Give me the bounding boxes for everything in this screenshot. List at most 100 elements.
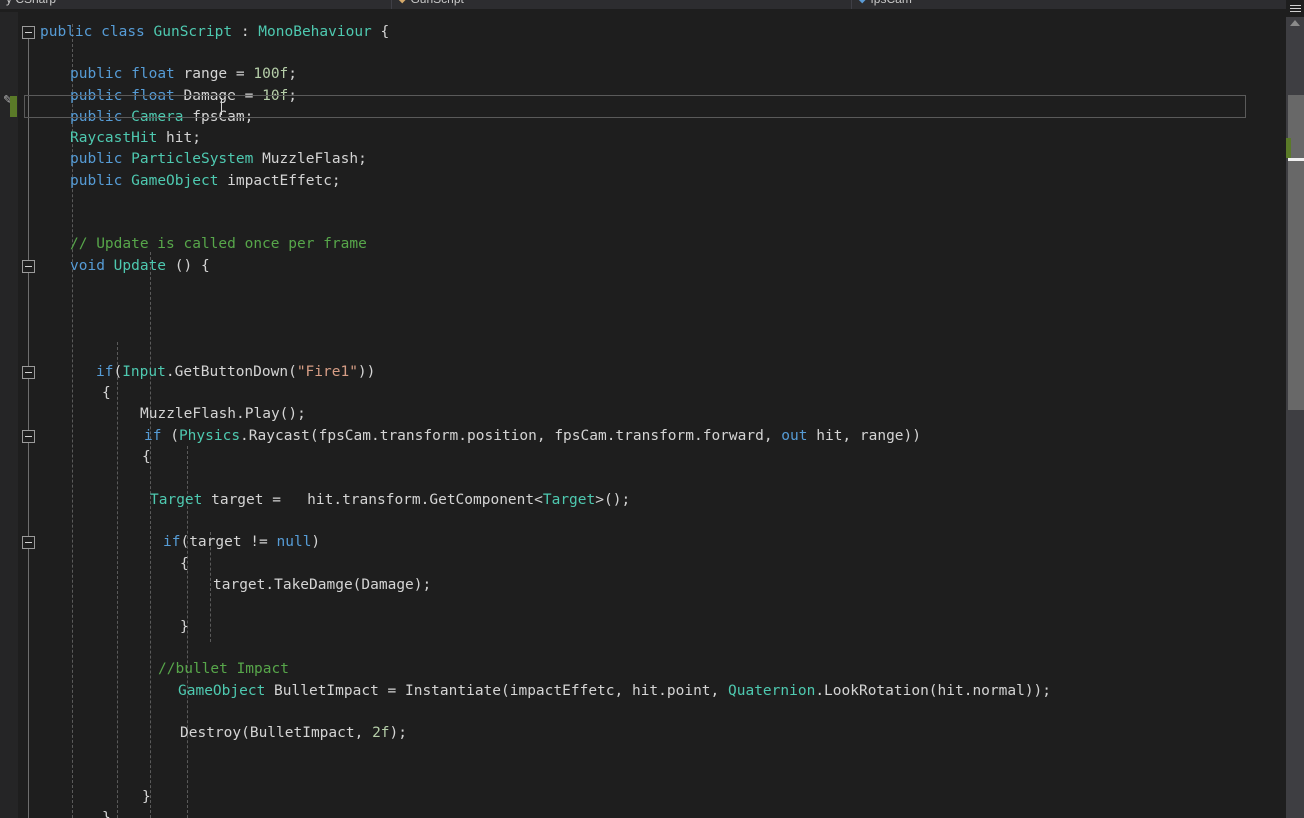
code-line[interactable]: if (Physics.Raycast(fpsCam.transform.pos… [144, 426, 921, 447]
code-token-typ: GameObject [131, 173, 219, 189]
code-text-surface[interactable]: public class GunScript : MonoBehaviour {… [40, 12, 1286, 818]
code-token-pln: { [142, 449, 151, 465]
code-token-typ: GunScript [153, 24, 233, 40]
code-token-kw: void [70, 258, 105, 274]
vertical-scrollbar[interactable] [1286, 0, 1304, 818]
code-line[interactable]: //bullet Impact [158, 659, 289, 680]
scrollbar-options-icon[interactable] [1286, 0, 1304, 17]
code-token-pln: MuzzleFlash; [253, 151, 367, 167]
code-token-pln: impactEffetc; [218, 173, 341, 189]
code-token-pln [92, 24, 101, 40]
code-line[interactable]: GameObject BulletImpact = Instantiate(im… [178, 681, 1051, 702]
code-token-kw: if [163, 534, 181, 550]
nav-dropdown-class[interactable]: ◆ GunScript [392, 0, 852, 9]
code-line[interactable]: if(Input.GetButtonDown("Fire1")) [96, 362, 375, 383]
code-token-typ: Input [122, 364, 166, 380]
code-line[interactable]: { [102, 383, 111, 404]
code-line[interactable]: Target target = hit.transform.GetCompone… [150, 490, 630, 511]
code-token-pln: .LookRotation(hit.normal)); [815, 683, 1052, 699]
scrollbar-change-marker [1286, 138, 1291, 158]
fold-toggle-expanded[interactable] [22, 260, 35, 273]
code-line[interactable]: // Update is called once per frame [70, 234, 367, 255]
code-token-pln: Damage = [174, 88, 263, 104]
code-token-typ: GameObject [178, 683, 266, 699]
code-token-pln [122, 88, 131, 104]
fold-toggle-expanded[interactable] [22, 26, 35, 39]
code-token-pln: Destroy(BulletImpact, [180, 725, 373, 741]
fold-toggle-expanded[interactable] [22, 536, 35, 549]
code-token-kw: public [40, 24, 93, 40]
code-line[interactable]: } [142, 787, 151, 808]
code-token-kw: public [70, 66, 123, 82]
code-token-typ: Quaternion [728, 683, 816, 699]
code-token-kw: public [70, 88, 123, 104]
nav-dropdown-member[interactable]: ◆ fpsCam [852, 0, 1304, 9]
code-token-pln: MuzzleFlash.Play(); [140, 406, 306, 422]
code-token-pln: ; [288, 66, 298, 82]
scroll-up-arrow-icon[interactable] [1290, 20, 1300, 26]
nav-class-label: GunScript [410, 0, 463, 5]
code-line[interactable]: RaycastHit hit; [70, 128, 201, 149]
code-token-pln [145, 24, 154, 40]
code-token-pln [122, 151, 131, 167]
code-token-pln: } [102, 810, 111, 818]
code-line[interactable]: } [102, 808, 111, 818]
code-line[interactable]: if(target != null) [163, 532, 320, 553]
code-folding-margin[interactable] [18, 12, 40, 818]
code-editor[interactable]: ✎ public class GunScript : MonoBehaviour… [0, 12, 1304, 818]
change-tracking-bar [10, 96, 17, 117]
code-token-typ: Target [542, 492, 596, 508]
code-token-cmt: //bullet Impact [158, 661, 289, 677]
code-token-typ: ParticleSystem [131, 151, 254, 167]
code-token-kw: if [144, 428, 162, 444]
code-line[interactable]: { [142, 447, 151, 468]
code-line[interactable]: public float Damage = 10f; [70, 86, 297, 107]
code-token-kw: float [131, 66, 175, 82]
code-token-num: 10f [262, 88, 289, 104]
code-line[interactable]: public class GunScript : MonoBehaviour { [40, 22, 389, 43]
code-line[interactable]: public Camera fpsCam; [70, 107, 253, 128]
code-line[interactable]: target.TakeDamge(Damage); [213, 575, 431, 596]
code-token-pln: .GetButtonDown( [165, 364, 297, 380]
code-token-kw: class [101, 24, 145, 40]
code-token-pln: ( [113, 364, 123, 380]
code-token-typ: RaycastHit [70, 130, 158, 146]
navigation-breadcrumb-bar: y CSharp ◆ GunScript ◆ fpsCam [0, 0, 1304, 9]
code-token-kw: null [276, 534, 312, 550]
code-token-str: "Fire1" [296, 364, 358, 380]
code-token-pln: } [142, 789, 151, 805]
code-token-pln: { [102, 385, 111, 401]
code-line[interactable]: MuzzleFlash.Play(); [140, 404, 306, 425]
code-token-kw: public [70, 173, 123, 189]
nav-dropdown-project[interactable]: y CSharp [0, 0, 392, 9]
code-line[interactable]: public ParticleSystem MuzzleFlash; [70, 149, 367, 170]
class-icon: ◆ [398, 0, 406, 5]
code-token-pln: () { [166, 258, 210, 274]
code-token-cmt: // Update is called once per frame [70, 236, 367, 252]
code-token-pln: { [371, 24, 390, 40]
code-line[interactable]: public float range = 100f; [70, 64, 297, 85]
code-line[interactable]: { [180, 554, 189, 575]
code-line[interactable]: Destroy(BulletImpact, 2f); [180, 723, 407, 744]
code-token-pln: ( [161, 428, 179, 444]
code-token-num: 2f [372, 725, 390, 741]
indent-guide [150, 252, 151, 818]
fold-toggle-expanded[interactable] [22, 366, 35, 379]
code-token-pln: >(); [595, 492, 631, 508]
code-token-typ: Physics [178, 428, 241, 444]
field-icon: ◆ [858, 0, 866, 5]
code-line[interactable]: public GameObject impactEffetc; [70, 171, 341, 192]
code-token-kw: out [781, 428, 808, 444]
code-token-kw: if [96, 364, 114, 380]
code-token-pln: target.TakeDamge(Damage); [213, 577, 432, 593]
code-token-pln: : [232, 24, 259, 40]
code-token-typ: Camera [131, 109, 184, 125]
code-line[interactable]: } [180, 617, 189, 638]
code-token-pln: (target != [180, 534, 277, 550]
code-token-typ: Update [113, 258, 167, 274]
glyph-margin[interactable]: ✎ [0, 12, 18, 818]
fold-toggle-expanded[interactable] [22, 430, 35, 443]
code-token-pln: ; [288, 88, 298, 104]
code-line[interactable]: void Update () { [70, 256, 210, 277]
code-token-pln: hit; [157, 130, 201, 146]
